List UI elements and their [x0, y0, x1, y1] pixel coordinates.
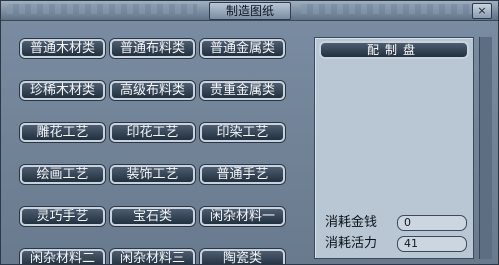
close-icon[interactable]: ×: [472, 3, 492, 19]
crafting-panel-title: 配制盘: [319, 41, 469, 59]
window-title: 制造图纸: [209, 2, 291, 20]
category-button-decorating-craft[interactable]: 装饰工艺: [110, 165, 195, 184]
title-decoration-right: [301, 4, 491, 14]
category-button-advanced-cloth[interactable]: 高级布料类: [110, 81, 195, 100]
category-button-dyeing-craft[interactable]: 印染工艺: [200, 123, 285, 142]
category-button-misc-material-1[interactable]: 闲杂材料一: [200, 207, 285, 226]
category-button-common-metal[interactable]: 普通金属类: [200, 39, 285, 58]
category-button-painting-craft[interactable]: 绘画工艺: [20, 165, 105, 184]
recipe-window: 制造图纸 × 普通木材类 普通布料类 普通金属类 珍稀木材类 高级布料类 贵重金…: [0, 0, 499, 265]
cost-money-label: 消耗金钱: [325, 215, 378, 230]
category-button-common-wood[interactable]: 普通木材类: [20, 39, 105, 58]
category-button-gems[interactable]: 宝石类: [110, 207, 195, 226]
category-button-printing-craft[interactable]: 印花工艺: [110, 123, 195, 142]
category-button-rare-wood[interactable]: 珍稀木材类: [20, 81, 105, 100]
category-button-misc-material-3[interactable]: 闲杂材料三: [110, 249, 195, 264]
category-button-misc-material-2[interactable]: 闲杂材料二: [20, 249, 105, 264]
category-button-carving-craft[interactable]: 雕花工艺: [20, 123, 105, 142]
title-decoration-left: [7, 4, 197, 14]
category-button-dexterous-handcraft[interactable]: 灵巧手艺: [20, 207, 105, 226]
cost-energy-label: 消耗活力: [325, 236, 378, 251]
title-bar[interactable]: 制造图纸 ×: [1, 1, 498, 21]
category-button-ceramics[interactable]: 陶瓷类: [200, 249, 285, 264]
category-button-precious-metal[interactable]: 贵重金属类: [200, 81, 285, 100]
category-button-common-handcraft[interactable]: 普通手艺: [200, 165, 285, 184]
cost-money-value: 0: [397, 215, 467, 231]
scrollbar[interactable]: [479, 37, 492, 259]
cost-energy-value: 41: [397, 236, 467, 252]
category-button-common-cloth[interactable]: 普通布料类: [110, 39, 195, 58]
crafting-panel: 配制盘 消耗金钱 0 消耗活力 41: [314, 37, 474, 259]
